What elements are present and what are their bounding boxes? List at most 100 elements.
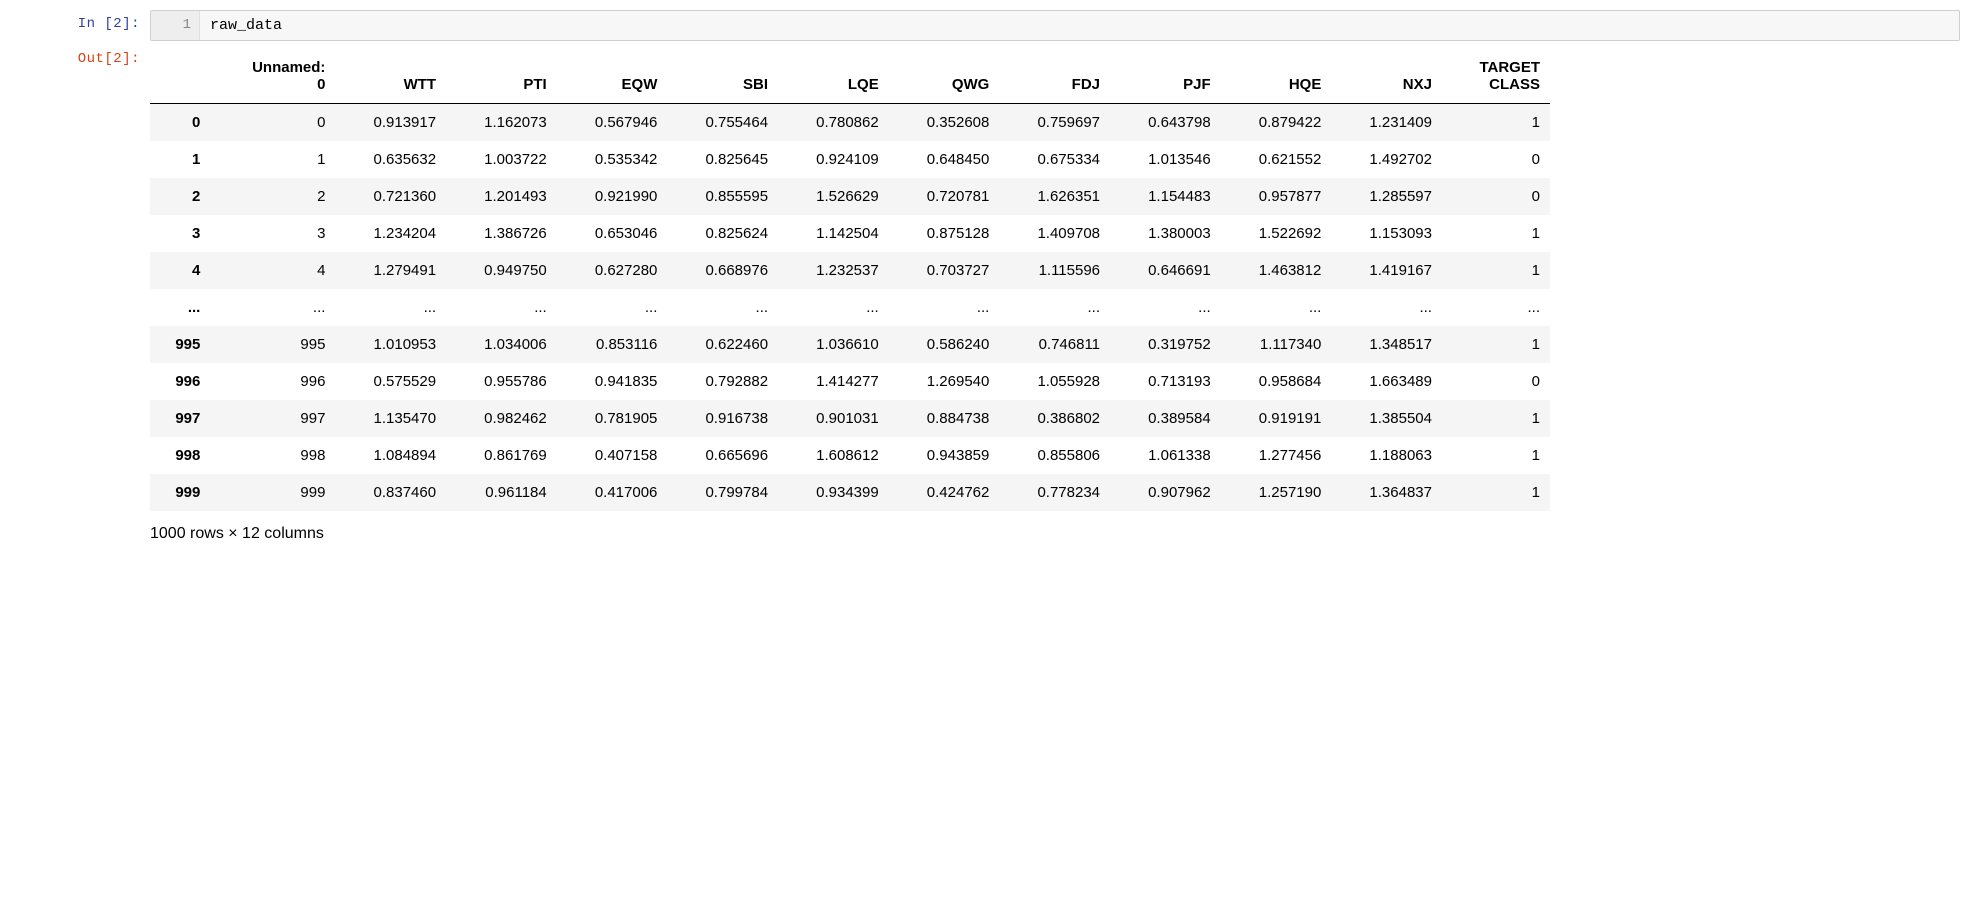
table-cell: 1.348517 — [1331, 326, 1442, 363]
table-cell: 1.117340 — [1221, 326, 1332, 363]
table-cell: 0.586240 — [889, 326, 1000, 363]
table-cell: 0.535342 — [557, 141, 668, 178]
row-index: 0 — [150, 104, 210, 142]
table-cell: 0.955786 — [446, 363, 557, 400]
table-cell: 1.463812 — [1221, 252, 1332, 289]
table-cell: 0.635632 — [335, 141, 446, 178]
table-cell: 0.792882 — [667, 363, 778, 400]
table-cell: 0.934399 — [778, 474, 889, 511]
table-cell: 0.875128 — [889, 215, 1000, 252]
table-cell: 1.234204 — [335, 215, 446, 252]
table-row: 220.7213601.2014930.9219900.8555951.5266… — [150, 178, 1550, 215]
table-cell: 1.257190 — [1221, 474, 1332, 511]
shape-note: 1000 rows × 12 columns — [150, 525, 1960, 543]
table-cell: 0.921990 — [557, 178, 668, 215]
table-cell: 0.759697 — [999, 104, 1110, 142]
table-cell: ... — [1110, 289, 1221, 326]
column-header: PTI — [446, 49, 557, 104]
column-header: EQW — [557, 49, 668, 104]
column-header: SBI — [667, 49, 778, 104]
table-cell: 1.419167 — [1331, 252, 1442, 289]
table-cell: 0.352608 — [889, 104, 1000, 142]
row-index: ... — [150, 289, 210, 326]
table-cell: 1.115596 — [999, 252, 1110, 289]
table-cell: 0.825624 — [667, 215, 778, 252]
output-prompt: Out[2]: — [20, 45, 150, 67]
table-row: 000.9139171.1620730.5679460.7554640.7808… — [150, 104, 1550, 142]
table-cell: ... — [1221, 289, 1332, 326]
row-index: 995 — [150, 326, 210, 363]
table-cell: 1.231409 — [1331, 104, 1442, 142]
table-cell: 1.409708 — [999, 215, 1110, 252]
table-cell: 1 — [1442, 104, 1550, 142]
table-cell: 0.781905 — [557, 400, 668, 437]
table-cell: 1.277456 — [1221, 437, 1332, 474]
table-cell: 0.957877 — [1221, 178, 1332, 215]
table-cell: 1 — [1442, 326, 1550, 363]
table-cell: 1.380003 — [1110, 215, 1221, 252]
code-gutter: 1 — [151, 11, 200, 40]
table-cell: 0.627280 — [557, 252, 668, 289]
table-cell: ... — [1442, 289, 1550, 326]
table-cell: ... — [210, 289, 335, 326]
table-cell: 0.720781 — [889, 178, 1000, 215]
table-cell: 0.424762 — [889, 474, 1000, 511]
table-cell: 1.003722 — [446, 141, 557, 178]
code-input[interactable]: raw_data — [200, 11, 1959, 40]
table-cell: 0.941835 — [557, 363, 668, 400]
table-cell: 1.608612 — [778, 437, 889, 474]
table-cell: 0.853116 — [557, 326, 668, 363]
table-cell: 1.135470 — [335, 400, 446, 437]
table-cell: 0.622460 — [667, 326, 778, 363]
table-cell: 0.665696 — [667, 437, 778, 474]
column-header: FDJ — [999, 49, 1110, 104]
row-index: 3 — [150, 215, 210, 252]
table-cell: 1 — [1442, 474, 1550, 511]
output-cell: Out[2]: Unnamed: 0WTTPTIEQWSBILQEQWGFDJP… — [20, 45, 1960, 543]
table-cell: 1 — [210, 141, 335, 178]
code-block[interactable]: 1 raw_data — [150, 10, 1960, 41]
table-cell: 1.153093 — [1331, 215, 1442, 252]
table-cell: 1.663489 — [1331, 363, 1442, 400]
table-row: 9999990.8374600.9611840.4170060.7997840.… — [150, 474, 1550, 511]
table-cell: 0.319752 — [1110, 326, 1221, 363]
table-cell: 0.837460 — [335, 474, 446, 511]
table-row: 331.2342041.3867260.6530460.8256241.1425… — [150, 215, 1550, 252]
column-header — [150, 49, 210, 104]
table-cell: 0.884738 — [889, 400, 1000, 437]
table-cell: 1 — [1442, 437, 1550, 474]
table-cell: 0.916738 — [667, 400, 778, 437]
table-row: 9969960.5755290.9557860.9418350.7928821.… — [150, 363, 1550, 400]
table-cell: 0.386802 — [999, 400, 1110, 437]
table-cell: 0.907962 — [1110, 474, 1221, 511]
table-row: 9989981.0848940.8617690.4071580.6656961.… — [150, 437, 1550, 474]
column-header: TARGET CLASS — [1442, 49, 1550, 104]
table-cell: 1.162073 — [446, 104, 557, 142]
table-row: 441.2794910.9497500.6272800.6689761.2325… — [150, 252, 1550, 289]
table-cell: 0.901031 — [778, 400, 889, 437]
table-cell: 1.061338 — [1110, 437, 1221, 474]
column-header: NXJ — [1331, 49, 1442, 104]
table-cell: 1.188063 — [1331, 437, 1442, 474]
table-cell: 1.626351 — [999, 178, 1110, 215]
table-cell: 0.643798 — [1110, 104, 1221, 142]
table-cell: 1.492702 — [1331, 141, 1442, 178]
table-head: Unnamed: 0WTTPTIEQWSBILQEQWGFDJPJFHQENXJ… — [150, 49, 1550, 104]
table-cell: 0.780862 — [778, 104, 889, 142]
table-cell: 0.646691 — [1110, 252, 1221, 289]
table-cell: 1.279491 — [335, 252, 446, 289]
output-area: Unnamed: 0WTTPTIEQWSBILQEQWGFDJPJFHQENXJ… — [150, 45, 1960, 543]
table-cell: 0.621552 — [1221, 141, 1332, 178]
table-cell: 996 — [210, 363, 335, 400]
table-cell: 0.949750 — [446, 252, 557, 289]
table-row: 9979971.1354700.9824620.7819050.9167380.… — [150, 400, 1550, 437]
row-index: 998 — [150, 437, 210, 474]
table-cell: 0.389584 — [1110, 400, 1221, 437]
table-cell: 1.142504 — [778, 215, 889, 252]
column-header: WTT — [335, 49, 446, 104]
table-cell: 0.855595 — [667, 178, 778, 215]
table-cell: 0.567946 — [557, 104, 668, 142]
table-header-row: Unnamed: 0WTTPTIEQWSBILQEQWGFDJPJFHQENXJ… — [150, 49, 1550, 104]
table-cell: 0.799784 — [667, 474, 778, 511]
table-cell: 1.036610 — [778, 326, 889, 363]
